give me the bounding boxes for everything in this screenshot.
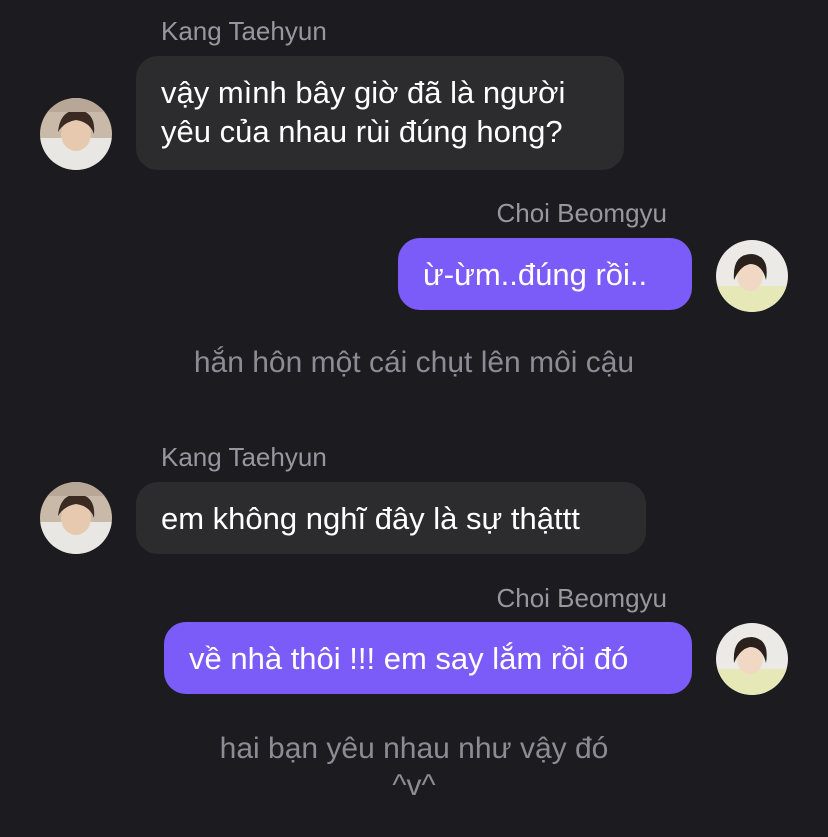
narration-text: ^v^ — [392, 769, 436, 802]
profile-photo-icon[interactable] — [40, 98, 112, 170]
sender-name: Kang Taehyun — [161, 16, 327, 46]
message-bubble[interactable]: ừ-ừm..đúng rồi.. — [398, 238, 692, 310]
message-bubble[interactable]: về nhà thôi !!! em say lắm rồi đó — [164, 622, 692, 694]
sender-name: Kang Taehyun — [161, 442, 327, 472]
message-bubble[interactable]: vậy mình bây giờ đã là người yêu của nha… — [136, 56, 624, 170]
narration-text: hai bạn yêu nhau như vậy đó — [219, 732, 609, 765]
profile-photo-icon[interactable] — [716, 623, 788, 695]
message-text: vậy mình bây giờ đã là người — [161, 75, 566, 110]
sender-name: Choi Beomgyu — [496, 198, 667, 228]
message-text: em không nghĩ đây là sự thậttt — [161, 501, 580, 536]
message-text: ừ-ừm..đúng rồi.. — [423, 257, 648, 292]
message-bubble[interactable]: em không nghĩ đây là sự thậttt — [136, 482, 646, 554]
sender-name: Choi Beomgyu — [496, 583, 667, 613]
narration-text: hắn hôn một cái chụt lên môi cậu — [193, 346, 635, 379]
profile-photo-icon[interactable] — [716, 240, 788, 312]
message-text: về nhà thôi !!! em say lắm rồi đó — [189, 641, 629, 676]
message-text: yêu của nhau rùi đúng hong? — [161, 114, 563, 149]
profile-photo-icon[interactable] — [40, 482, 112, 554]
